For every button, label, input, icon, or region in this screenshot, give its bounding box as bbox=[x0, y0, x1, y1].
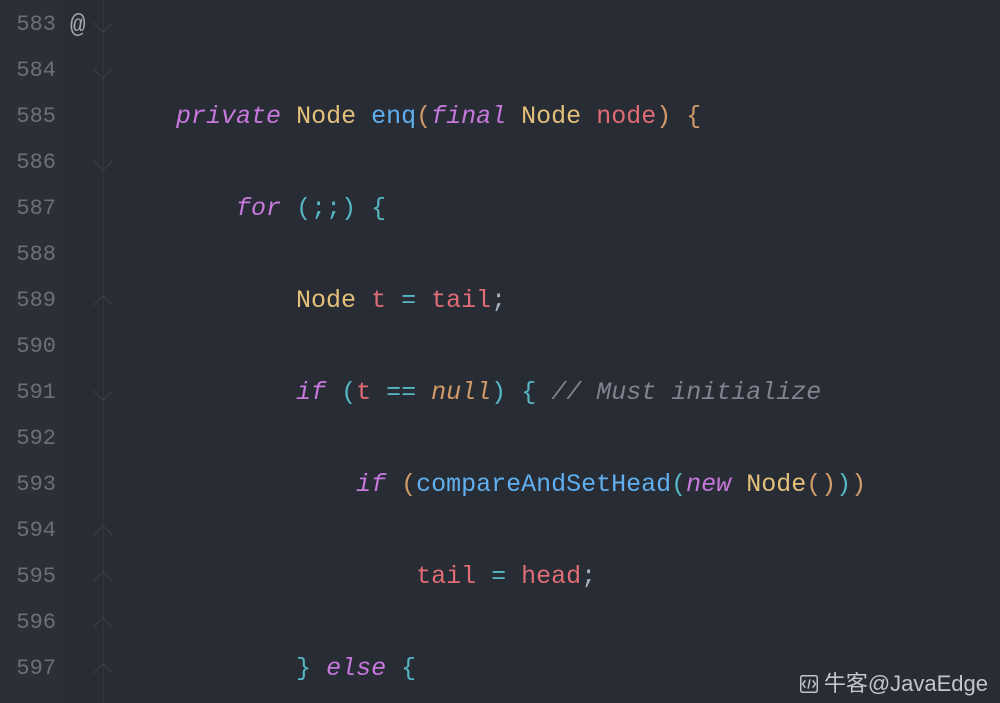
line-number: 592 bbox=[0, 416, 56, 462]
var-t: t bbox=[371, 286, 386, 315]
code-line[interactable]: for (;;) { bbox=[116, 186, 1000, 232]
code-line[interactable]: private Node enq(final Node node) { bbox=[116, 94, 1000, 140]
line-number: 591 bbox=[0, 370, 56, 416]
keyword-private: private bbox=[176, 102, 281, 131]
code-line[interactable]: if (t == null) { // Must initialize bbox=[116, 370, 1000, 416]
op-eqeq: == bbox=[386, 378, 416, 407]
brace: { bbox=[521, 378, 536, 407]
fold-icon[interactable] bbox=[93, 525, 113, 545]
keyword-if: if bbox=[296, 378, 326, 407]
paren: ) bbox=[491, 378, 506, 407]
parens: () bbox=[806, 470, 836, 499]
keyword-final: final bbox=[431, 102, 506, 131]
type-node: Node bbox=[296, 102, 356, 131]
line-number: 584 bbox=[0, 48, 56, 94]
keyword-for: for bbox=[236, 194, 281, 223]
type-node: Node bbox=[521, 102, 581, 131]
paren: ) bbox=[656, 102, 671, 131]
paren: ( bbox=[401, 470, 416, 499]
fold-icon[interactable] bbox=[93, 571, 113, 591]
line-number: 590 bbox=[0, 324, 56, 370]
paren: ( bbox=[341, 378, 356, 407]
brace: } bbox=[296, 654, 311, 683]
code-area[interactable]: private Node enq(final Node node) { for … bbox=[116, 0, 1000, 703]
literal-null: null bbox=[431, 378, 491, 407]
code-editor[interactable]: 583 584 585 586 587 588 589 590 591 592 … bbox=[0, 0, 1000, 703]
op-assign: = bbox=[401, 286, 416, 315]
fold-icon[interactable] bbox=[93, 59, 113, 79]
fold-icon[interactable] bbox=[93, 13, 113, 33]
watermark-text: 牛客@JavaEdge bbox=[824, 673, 988, 695]
comment: // Must initialize bbox=[551, 378, 821, 407]
keyword-if: if bbox=[356, 470, 386, 499]
fold-icon[interactable] bbox=[93, 295, 113, 315]
var-tail: tail bbox=[431, 286, 491, 315]
fold-gutter: @ bbox=[64, 0, 116, 703]
op-assign: = bbox=[491, 562, 506, 591]
line-number: 586 bbox=[0, 140, 56, 186]
type-node: Node bbox=[296, 286, 356, 315]
line-number: 587 bbox=[0, 186, 56, 232]
semicolon: ; bbox=[581, 562, 596, 591]
fn-compareAndSetHead: compareAndSetHead bbox=[416, 470, 671, 499]
var-tail: tail bbox=[416, 562, 476, 591]
line-number: 596 bbox=[0, 600, 56, 646]
brace: { bbox=[686, 102, 701, 131]
code-line[interactable]: if (compareAndSetHead(new Node())) bbox=[116, 462, 1000, 508]
line-number: 593 bbox=[0, 462, 56, 508]
fold-icon[interactable] bbox=[93, 617, 113, 637]
paren: ( bbox=[416, 102, 431, 131]
keyword-new: new bbox=[686, 470, 731, 499]
fold-icon[interactable] bbox=[93, 381, 113, 401]
line-number-gutter: 583 584 585 586 587 588 589 590 591 592 … bbox=[0, 0, 64, 703]
method-name: enq bbox=[371, 102, 416, 131]
line-number: 597 bbox=[0, 646, 56, 692]
line-number: 589 bbox=[0, 278, 56, 324]
param-node: node bbox=[596, 102, 656, 131]
paren: ) bbox=[851, 470, 866, 499]
change-marker-icon: @ bbox=[70, 2, 86, 48]
line-number: 583 bbox=[0, 2, 56, 48]
line-number: 595 bbox=[0, 554, 56, 600]
brace: { bbox=[401, 654, 416, 683]
keyword-else: else bbox=[326, 654, 386, 683]
brace: { bbox=[371, 194, 386, 223]
watermark: 牛客@JavaEdge bbox=[798, 673, 988, 695]
paren: ) bbox=[836, 470, 851, 499]
fold-icon[interactable] bbox=[93, 663, 113, 683]
semicolon: ; bbox=[491, 286, 506, 315]
var-t: t bbox=[356, 378, 371, 407]
watermark-icon bbox=[798, 673, 820, 695]
fold-icon[interactable] bbox=[93, 151, 113, 171]
line-number: 594 bbox=[0, 508, 56, 554]
for-cond: (;;) bbox=[296, 194, 356, 223]
code-line[interactable]: Node t = tail; bbox=[116, 278, 1000, 324]
code-line[interactable]: tail = head; bbox=[116, 554, 1000, 600]
type-node: Node bbox=[746, 470, 806, 499]
var-head: head bbox=[521, 562, 581, 591]
line-number: 588 bbox=[0, 232, 56, 278]
line-number: 585 bbox=[0, 94, 56, 140]
paren: ( bbox=[671, 470, 686, 499]
